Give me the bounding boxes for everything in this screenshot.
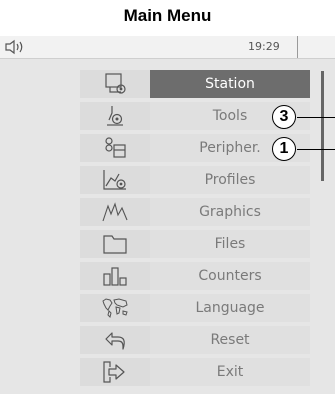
menu-item-language[interactable]: Language — [40, 294, 310, 322]
menu-item-graphics[interactable]: Graphics — [40, 198, 310, 226]
menu-item-label: Language — [150, 294, 310, 322]
menu-item-peripherals[interactable]: Peripher. — [40, 134, 310, 162]
station-icon — [105, 73, 126, 94]
menu-item-counters[interactable]: Counters — [40, 262, 310, 290]
menu-item-tools[interactable]: Tools — [40, 102, 310, 130]
clock-time: 19:29 — [248, 40, 280, 53]
exit-icon — [103, 361, 125, 383]
folder-icon — [103, 235, 127, 254]
peripherals-icon — [105, 137, 126, 158]
device-screen: 19:29 Station Tools Peripher. Profiles G… — [0, 36, 335, 394]
menu-item-station[interactable]: Station — [40, 70, 310, 98]
world-map-icon — [102, 298, 128, 318]
menu-item-label: Counters — [150, 262, 310, 290]
menu-item-label: Exit — [150, 358, 310, 386]
page-title: Main Menu — [123, 6, 212, 25]
menu-item-label: Profiles — [150, 166, 310, 194]
menu-item-label: Files — [150, 230, 310, 258]
menu-item-profiles[interactable]: Profiles — [40, 166, 310, 194]
menu-item-exit[interactable]: Exit — [40, 358, 310, 386]
status-divider — [297, 36, 298, 58]
graphics-icon — [102, 202, 128, 222]
callout-3: 3 — [272, 105, 296, 129]
profiles-icon — [103, 170, 126, 190]
callout-leader-line — [297, 117, 335, 118]
menu-item-reset[interactable]: Reset — [40, 326, 310, 354]
main-menu-list: Station Tools Peripher. Profiles Graphic… — [40, 70, 310, 390]
status-bar: 19:29 — [0, 36, 335, 59]
counters-icon — [103, 267, 127, 286]
callout-leader-line — [297, 149, 335, 150]
menu-item-label: Reset — [150, 326, 310, 354]
tools-icon — [107, 106, 123, 126]
scrollbar[interactable] — [321, 71, 324, 181]
menu-item-files[interactable]: Files — [40, 230, 310, 258]
menu-item-label: Graphics — [150, 198, 310, 226]
callout-1: 1 — [272, 137, 296, 161]
reset-arrow-icon — [105, 332, 125, 350]
speaker-icon[interactable] — [4, 39, 26, 55]
menu-item-label: Station — [150, 70, 310, 98]
